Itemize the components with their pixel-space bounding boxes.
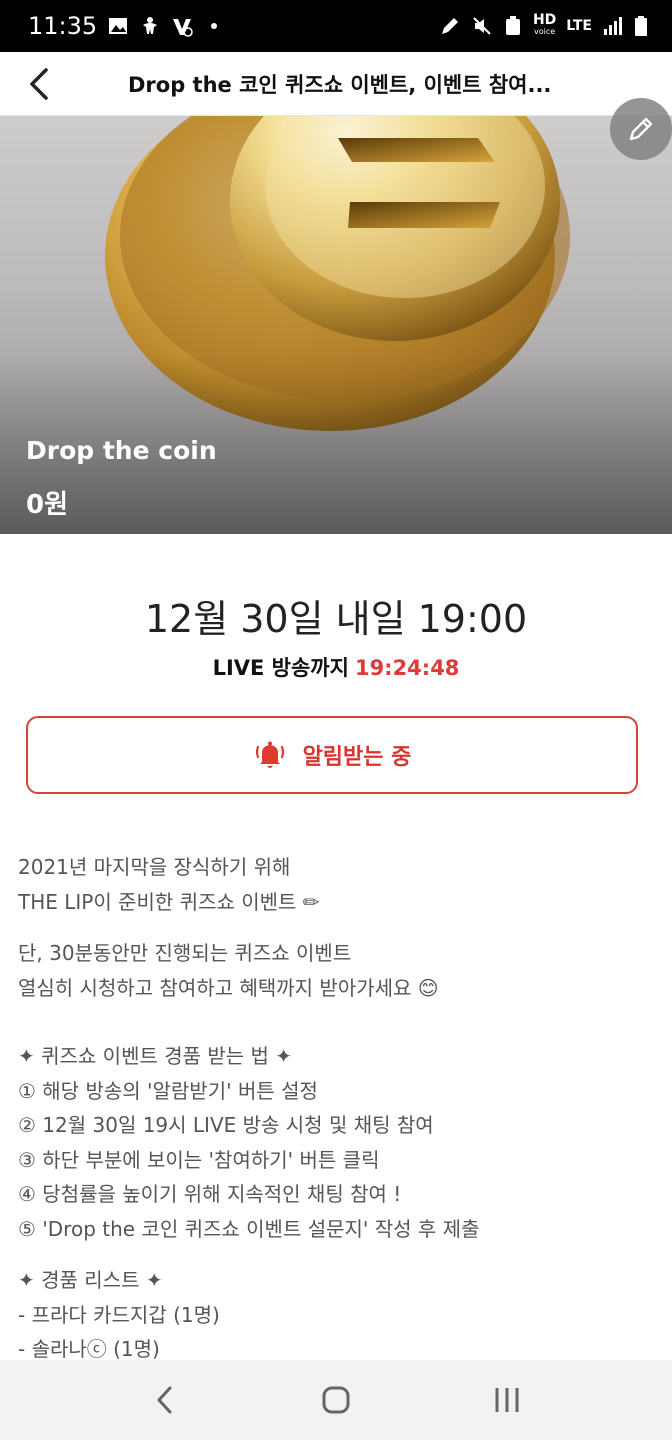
countdown-timer: 19:24:48 xyxy=(354,656,460,680)
desc-line: 단, 30분동안만 진행되는 퀴즈쇼 이벤트 xyxy=(18,941,352,965)
nav-home-icon xyxy=(322,1386,350,1414)
broadcast-datetime: 12월 30일 내일 19:00 xyxy=(144,597,528,641)
hero-banner: Drop the coin 0원 xyxy=(0,116,672,534)
desc-line: ⑤ 'Drop the 코인 퀴즈쇼 이벤트 설문지' 작성 후 제출 xyxy=(18,1216,480,1241)
live-countdown: LIVE 방송까지 19:24:48 xyxy=(0,652,672,682)
edit-button[interactable] xyxy=(610,98,672,160)
desc-line: ✦ 경품 리스트 ✦ xyxy=(18,1268,163,1292)
mute-icon xyxy=(473,17,491,35)
desc-line: ③ 하단 부분에 보이는 '참여하기' 버튼 클릭 xyxy=(18,1147,380,1172)
product-name: Drop the coin xyxy=(26,436,217,465)
desc-line: ① 해당 방송의 '알람받기' 버튼 설정 xyxy=(18,1078,318,1103)
hd-sub-label: voice xyxy=(534,27,556,36)
desc-line: ② 12월 30일 19시 LIVE 방송 시청 및 채팅 참여 xyxy=(18,1113,434,1137)
app-header: Drop the 코인 퀴즈쇼 이벤트, 이벤트 참여... xyxy=(0,52,672,116)
bell-icon xyxy=(255,741,284,768)
gallery-icon xyxy=(109,18,128,34)
hd-voice-indicator: HD voice xyxy=(533,13,556,38)
nav-recents-button[interactable] xyxy=(477,1370,537,1430)
pen-icon xyxy=(441,18,458,34)
back-arrow-icon xyxy=(30,67,48,100)
desc-line: 2021년 마지막을 장식하기 위해 xyxy=(18,855,291,879)
desc-line: ④ 당첨률을 높이기 위해 지속적인 채팅 참여 ! xyxy=(18,1182,402,1206)
status-right: HD voice LTE xyxy=(439,13,648,38)
desc-line: - 프라다 카드지갑 (1명) xyxy=(18,1302,220,1327)
lte-label: LTE xyxy=(566,18,592,34)
desc-line: 열심히 시청하고 참여하고 혜택까지 받아가세요 😊 xyxy=(18,975,439,1000)
status-time: 11:35 xyxy=(28,12,98,40)
signal-icon xyxy=(604,17,622,35)
nav-home-button[interactable] xyxy=(306,1370,366,1430)
system-nav-bar xyxy=(0,1360,672,1440)
desc-line: ✦ 퀴즈쇼 이벤트 경품 받는 법 ✦ xyxy=(18,1044,293,1068)
nav-back-button[interactable] xyxy=(135,1370,195,1430)
alarm-subscribed-button[interactable]: 알림받는 중 xyxy=(26,716,638,794)
back-button[interactable] xyxy=(0,52,80,116)
status-left: 11:35 xyxy=(28,12,225,40)
countdown-label: LIVE 방송까지 xyxy=(212,656,349,680)
battery-icon xyxy=(635,16,647,36)
notification-dot-icon xyxy=(211,23,218,29)
page-title: Drop the 코인 퀴즈쇼 이벤트, 이벤트 참여... xyxy=(128,72,552,97)
desc-line: THE LIP이 준비한 퀴즈쇼 이벤트 ✏ xyxy=(18,889,320,914)
wifi-calling-icon xyxy=(173,19,193,37)
alarm-button-label: 알림받는 중 xyxy=(302,745,412,770)
accessibility-icon xyxy=(143,17,158,34)
event-description: 2021년 마지막을 장식하기 위해 THE LIP이 준비한 퀴즈쇼 이벤트 … xyxy=(18,850,658,1367)
nav-back-icon xyxy=(157,1386,172,1414)
nav-recents-icon xyxy=(495,1388,519,1412)
data-saver-icon xyxy=(505,16,520,35)
pencil-icon xyxy=(629,117,653,141)
product-price: 0원 xyxy=(26,490,69,520)
status-bar: 11:35 HD voice LTE xyxy=(0,0,672,52)
